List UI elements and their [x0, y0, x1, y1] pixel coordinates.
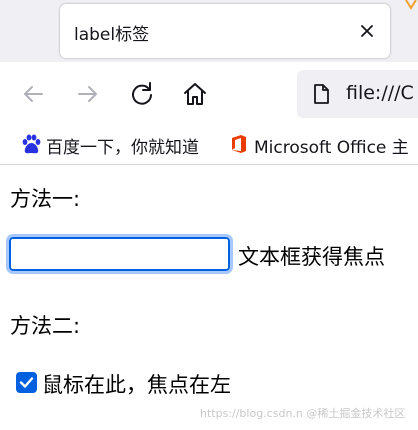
- bookmark-baidu[interactable]: 百度一下，你就知道: [20, 132, 220, 158]
- bookmark-label: Microsoft Office 主: [254, 138, 409, 158]
- home-icon[interactable]: [180, 79, 210, 109]
- bookmarks-bar: 百度一下，你就知道 Microsoft Office 主: [0, 126, 418, 165]
- tab-title: label标签: [74, 25, 150, 45]
- focus-text-input[interactable]: [6, 234, 233, 274]
- text-input-label[interactable]: 文本框获得焦点: [238, 241, 385, 271]
- checkbox[interactable]: [16, 372, 37, 393]
- bookmark-office[interactable]: Microsoft Office 主: [228, 132, 418, 158]
- forward-icon[interactable]: [73, 79, 103, 109]
- checkmark-icon: [19, 377, 34, 388]
- tab-strip: label标签: [0, 0, 418, 62]
- back-icon[interactable]: [18, 79, 48, 109]
- baidu-paw-icon: [22, 134, 41, 154]
- page-content: 方法一: 文本框获得焦点 方法二: 鼠标在此，焦点在左 https://blog…: [0, 165, 418, 430]
- watermark: https://blog.csdn.n @稀土掘金技术社区: [200, 407, 406, 420]
- checkbox-label[interactable]: 鼠标在此，焦点在左: [42, 369, 231, 399]
- tab-indicator-icon: [405, 0, 417, 10]
- reload-icon[interactable]: [127, 79, 157, 109]
- page-icon: [314, 84, 329, 104]
- address-bar[interactable]: file:///C: [297, 70, 418, 118]
- browser-tab[interactable]: label标签: [60, 4, 390, 58]
- bookmark-label: 百度一下，你就知道: [46, 138, 199, 158]
- close-icon[interactable]: [356, 20, 378, 42]
- url-text: file:///C: [346, 82, 414, 104]
- navigation-bar: file:///C: [0, 62, 418, 126]
- office-icon: [232, 135, 246, 153]
- method2-heading: 方法二:: [10, 314, 81, 338]
- method1-heading: 方法一:: [10, 187, 81, 211]
